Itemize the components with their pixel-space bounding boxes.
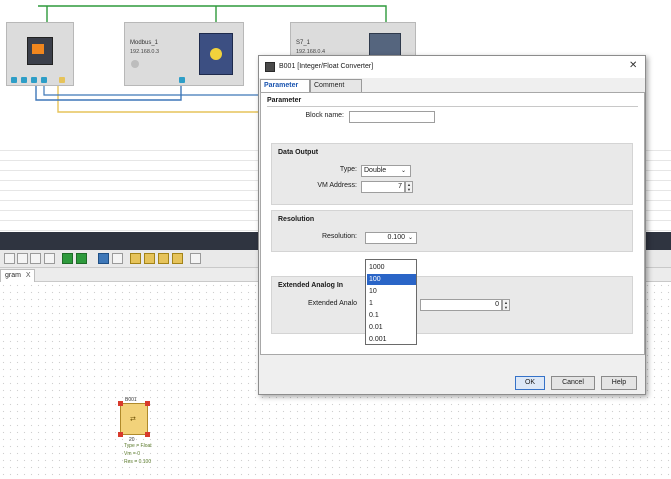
port-icon[interactable]: [21, 77, 27, 83]
chevron-down-icon: ⌄: [401, 168, 407, 174]
undo-icon[interactable]: [98, 253, 109, 264]
port-icon[interactable]: [41, 77, 47, 83]
block-icon: [265, 62, 275, 72]
type-value: Double: [364, 167, 387, 174]
converter-dialog: B001 [Integer/Float Converter] ✕ Paramet…: [258, 55, 646, 395]
tab-parameter[interactable]: Parameter: [260, 79, 310, 92]
type-select[interactable]: Double ⌄: [361, 165, 411, 177]
selection-handle[interactable]: [118, 401, 123, 406]
vm-address-input[interactable]: 7: [361, 181, 405, 193]
resolution-value: 0.100: [387, 234, 405, 241]
ethernet-link: [38, 5, 387, 22]
connect-icon[interactable]: [62, 253, 73, 264]
resolution-option[interactable]: 0.1: [367, 310, 416, 321]
vm-address-label: VM Address:: [317, 182, 357, 189]
port-icon[interactable]: [59, 77, 65, 83]
resolution-option[interactable]: 1000: [367, 262, 416, 273]
parameter-panel: Parameter Block name: Data Output Type: …: [260, 92, 645, 355]
resolution-group: Resolution Resolution: 0.100 ⌄: [271, 210, 633, 252]
converter-block[interactable]: B001 ⇄ 20: [118, 397, 150, 443]
device-icon-plc: [27, 37, 53, 65]
block-id: B001: [125, 397, 137, 403]
toolbar-icon[interactable]: [30, 253, 41, 264]
extended-analog-spinner[interactable]: ▲ ▼: [502, 299, 510, 311]
resolution-option[interactable]: 1: [367, 298, 416, 309]
port-icon[interactable]: [11, 77, 17, 83]
chevron-down-icon: ⌄: [408, 235, 414, 241]
device-icon-modbus: [199, 33, 233, 75]
cancel-button[interactable]: Cancel: [551, 376, 595, 390]
group-title: Extended Analog In: [278, 282, 344, 289]
port-icon[interactable]: [179, 77, 185, 83]
block-icon[interactable]: [158, 253, 169, 264]
group-title: Data Output: [278, 149, 319, 156]
logo-device-1[interactable]: [6, 22, 74, 86]
status-icon: [131, 60, 139, 68]
resolution-option[interactable]: 10: [367, 286, 416, 297]
toolbar-icon[interactable]: [190, 253, 201, 264]
block-info-line: Vm = 0: [124, 451, 140, 457]
block-info-line: Res = 0.100: [124, 459, 152, 465]
redo-icon[interactable]: [112, 253, 123, 264]
vm-address-spinner[interactable]: ▲ ▼: [405, 181, 413, 193]
divider: [267, 106, 638, 107]
block-icon[interactable]: [130, 253, 141, 264]
device-ip: 192.168.0.3: [130, 49, 160, 55]
port-icon[interactable]: [31, 77, 37, 83]
converter-icon: ⇄: [130, 416, 136, 423]
data-output-group: Data Output Type: Double ⌄ VM Address: 7…: [271, 143, 633, 205]
yellow-link: [57, 84, 270, 113]
resolution-option[interactable]: 0.001: [367, 334, 416, 345]
close-icon[interactable]: ✕: [629, 60, 637, 71]
group-title: Resolution: [278, 216, 315, 223]
block-name-label: Block name:: [305, 112, 344, 119]
type-label: Type:: [339, 166, 357, 173]
tab-diagram[interactable]: gram X: [0, 269, 35, 282]
selection-handle[interactable]: [145, 401, 150, 406]
device-name: S7_1: [296, 40, 311, 46]
selection-handle[interactable]: [118, 432, 123, 437]
ok-button[interactable]: OK: [515, 376, 545, 390]
toolbar-icon[interactable]: [17, 253, 28, 264]
selection-handle[interactable]: [145, 432, 150, 437]
resolution-option-highlighted[interactable]: 100: [367, 274, 416, 285]
tab-comment[interactable]: Comment: [310, 79, 362, 92]
dialog-titlebar[interactable]: B001 [Integer/Float Converter] ✕: [259, 56, 645, 78]
extended-analog-label: Extended Analo: [307, 300, 357, 307]
block-icon[interactable]: [144, 253, 155, 264]
section-title: Parameter: [267, 97, 302, 104]
toolbar-icon[interactable]: [44, 253, 55, 264]
connect-icon[interactable]: [76, 253, 87, 264]
resolution-label: Resolution:: [321, 233, 357, 240]
toolbar-icon[interactable]: [4, 253, 15, 264]
block-icon[interactable]: [172, 253, 183, 264]
extended-analog-group: Extended Analog In Extended Analo 0 ▲ ▼: [271, 276, 633, 334]
tab-close-icon[interactable]: X: [26, 272, 31, 279]
help-button[interactable]: Help: [601, 376, 637, 390]
resolution-select[interactable]: 0.100 ⌄: [365, 232, 417, 244]
dialog-title: B001 [Integer/Float Converter]: [279, 63, 374, 70]
resolution-option[interactable]: 0.01: [367, 322, 416, 333]
modbus-device[interactable]: Modbus_1 192.168.0.3: [124, 22, 244, 86]
device-name: Modbus_1: [130, 40, 159, 46]
block-name-input[interactable]: [349, 111, 435, 123]
resolution-dropdown-list[interactable]: 1000 100 10 1 0.1 0.01 0.001: [365, 259, 417, 345]
tab-label: gram: [5, 272, 21, 279]
block-info-line: Type = Float: [124, 443, 152, 449]
gear-icon: [210, 48, 222, 60]
orange-screen-icon: [32, 44, 44, 54]
extended-analog-input[interactable]: 0: [420, 299, 502, 311]
